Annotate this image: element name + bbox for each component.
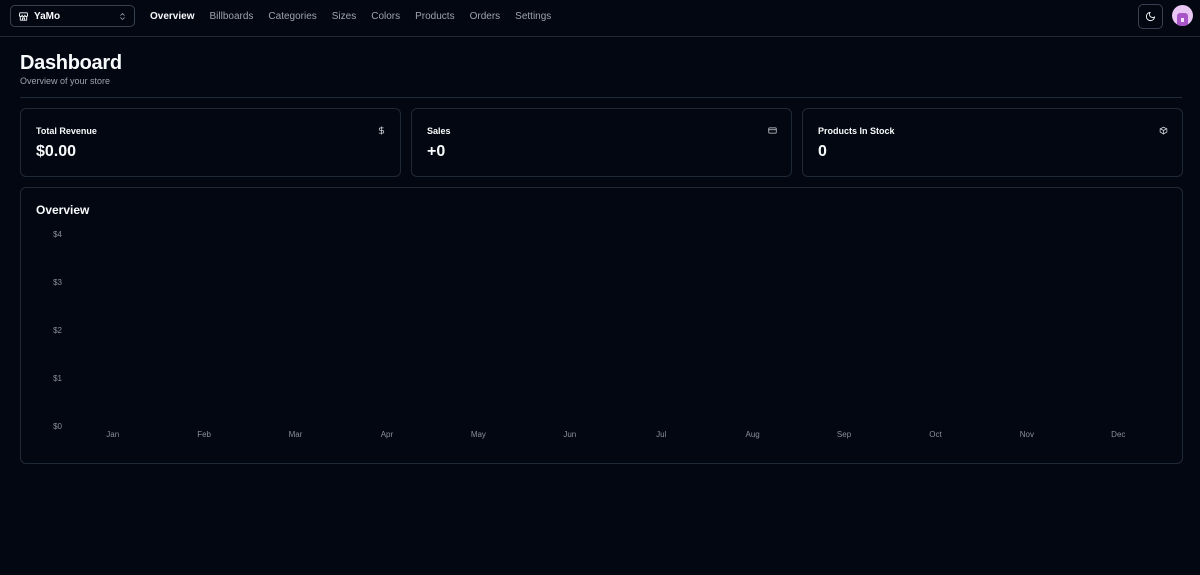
moon-icon: [1145, 11, 1156, 22]
nav-sizes[interactable]: Sizes: [332, 11, 356, 22]
y-tick-label: $3: [53, 278, 62, 287]
x-tick-label: Aug: [746, 430, 760, 439]
dollar-icon: [377, 126, 386, 135]
x-tick-label: Jul: [656, 430, 666, 439]
card-title: Sales: [427, 126, 451, 136]
main-nav: Overview Billboards Categories Sizes Col…: [150, 0, 566, 33]
x-tick-label: Feb: [197, 430, 211, 439]
x-tick-label: May: [471, 430, 486, 439]
store-icon: [18, 11, 29, 22]
user-avatar[interactable]: [1172, 5, 1193, 26]
x-tick-label: Jun: [563, 430, 576, 439]
products-in-stock-card: Products In Stock 0: [802, 108, 1183, 177]
nav-colors[interactable]: Colors: [371, 11, 400, 22]
page-heading: Dashboard Overview of your store: [20, 52, 122, 86]
y-tick-label: $1: [53, 374, 62, 383]
card-value: +0: [427, 143, 446, 160]
card-title: Total Revenue: [36, 126, 97, 136]
x-tick-label: Jan: [106, 430, 119, 439]
overview-chart-card: Overview $0 $1 $2 $3 $4 Jan Feb Mar Apr May Jun Jul…: [20, 187, 1183, 464]
page-subtitle: Overview of your store: [20, 76, 111, 86]
chevrons-up-down-icon: [118, 11, 127, 22]
nav-categories[interactable]: Categories: [268, 11, 316, 22]
y-tick-label: $2: [53, 326, 62, 335]
page-title: Dashboard: [20, 52, 122, 74]
divider: [20, 97, 1182, 98]
nav-products[interactable]: Products: [415, 11, 454, 22]
card-title: Products In Stock: [818, 126, 895, 136]
nav-settings[interactable]: Settings: [515, 11, 551, 22]
x-tick-label: Apr: [381, 430, 394, 439]
package-icon: [1159, 126, 1168, 135]
credit-card-icon: [768, 126, 777, 135]
x-tick-label: Mar: [289, 430, 303, 439]
x-tick-label: Dec: [1111, 430, 1125, 439]
x-tick-label: Oct: [929, 430, 942, 439]
store-switcher[interactable]: YaMo: [10, 5, 135, 27]
top-navbar: YaMo Overview Billboards Categories Size…: [0, 0, 1200, 37]
total-revenue-card: Total Revenue $0.00: [20, 108, 401, 177]
theme-toggle-button[interactable]: [1138, 4, 1163, 29]
y-tick-label: $0: [53, 422, 62, 431]
card-value: 0: [818, 143, 827, 160]
nav-billboards[interactable]: Billboards: [209, 11, 253, 22]
nav-overview[interactable]: Overview: [150, 11, 194, 22]
x-tick-label: Sep: [837, 430, 852, 439]
x-tick-label: Nov: [1020, 430, 1034, 439]
card-value: $0.00: [36, 143, 77, 160]
store-name: YaMo: [34, 10, 61, 22]
revenue-bar-chart: $0 $1 $2 $3 $4 Jan Feb Mar Apr May Jun Jul Aug Sep Oct…: [53, 230, 1125, 439]
sales-card: Sales +0: [411, 108, 792, 177]
y-tick-label: $4: [53, 230, 62, 239]
nav-orders[interactable]: Orders: [470, 11, 501, 22]
